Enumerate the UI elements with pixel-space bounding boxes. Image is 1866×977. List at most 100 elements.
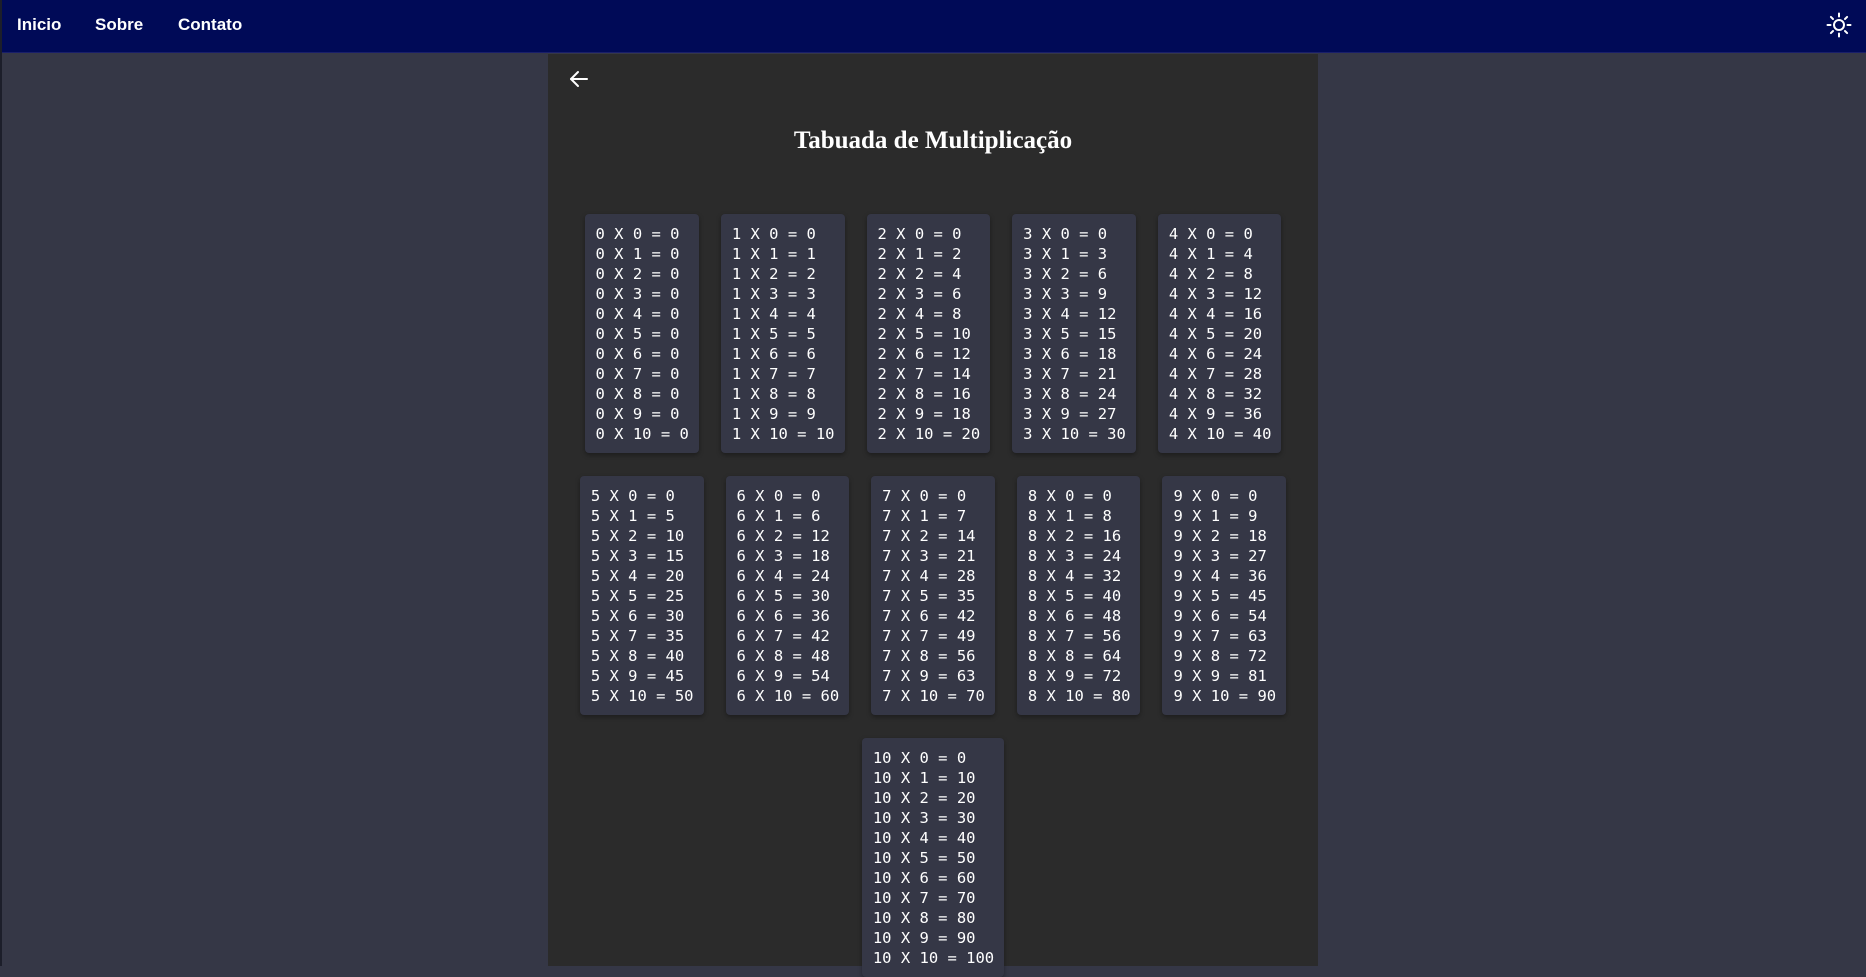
table-line: 1 X 6 = 6 xyxy=(731,345,816,363)
table-line: 9 X 2 = 18 xyxy=(1173,527,1267,545)
table-card-4: 4 X 0 = 0 4 X 1 = 4 4 X 2 = 8 4 X 3 = 12 4 X… xyxy=(1157,214,1282,453)
table-line: 3 X 7 = 21 xyxy=(1023,365,1117,383)
table-line: 0 X 7 = 0 xyxy=(595,365,680,383)
table-line: 6 X 3 = 18 xyxy=(736,547,830,565)
table-line: 7 X 0 = 0 xyxy=(882,487,967,505)
window-left-edge xyxy=(0,0,2,966)
table-line: 1 X 9 = 9 xyxy=(731,405,816,423)
table-card-6: 6 X 0 = 0 6 X 1 = 6 6 X 2 = 12 6 X 3 = 18 6 … xyxy=(725,476,850,715)
table-line: 0 X 0 = 0 xyxy=(595,225,680,243)
table-line: 0 X 1 = 0 xyxy=(595,245,680,263)
table-line: 7 X 4 = 28 xyxy=(882,567,976,585)
table-line: 3 X 3 = 9 xyxy=(1023,285,1108,303)
table-line: 2 X 9 = 18 xyxy=(877,405,971,423)
table-line: 4 X 1 = 4 xyxy=(1168,245,1253,263)
nav-link-sobre[interactable]: Sobre xyxy=(95,15,143,35)
table-line: 9 X 6 = 54 xyxy=(1173,607,1267,625)
table-line: 7 X 6 = 42 xyxy=(882,607,976,625)
top-navbar: Inicio Sobre Contato xyxy=(2,0,1866,53)
table-line: 7 X 2 = 14 xyxy=(882,527,976,545)
nav-link-contato[interactable]: Contato xyxy=(178,15,242,35)
table-line: 8 X 8 = 64 xyxy=(1027,647,1122,665)
table-line: 9 X 5 = 45 xyxy=(1173,587,1267,605)
table-line: 9 X 4 = 36 xyxy=(1173,567,1267,585)
table-line: 10 X 8 = 80 xyxy=(872,909,976,927)
table-line: 4 X 7 = 28 xyxy=(1168,365,1263,383)
table-line: 10 X 5 = 50 xyxy=(872,849,976,867)
table-line: 7 X 1 = 7 xyxy=(882,507,967,525)
table-line: 1 X 8 = 8 xyxy=(731,385,816,403)
table-line: 6 X 9 = 54 xyxy=(736,667,830,685)
table-line: 9 X 0 = 0 xyxy=(1173,487,1258,505)
table-line: 2 X 1 = 2 xyxy=(877,245,962,263)
theme-toggle-button[interactable] xyxy=(1826,12,1852,38)
table-line: 7 X 8 = 56 xyxy=(882,647,976,665)
sun-icon xyxy=(1826,12,1852,38)
table-line: 8 X 4 = 32 xyxy=(1027,567,1122,585)
table-line: 2 X 0 = 0 xyxy=(877,225,962,243)
table-line: 7 X 7 = 49 xyxy=(882,627,976,645)
nav-link-inicio[interactable]: Inicio xyxy=(17,15,61,35)
table-line: 4 X 10 = 40 xyxy=(1168,425,1272,443)
table-line: 5 X 0 = 0 xyxy=(590,487,675,505)
table-line: 8 X 2 = 16 xyxy=(1027,527,1122,545)
table-line: 8 X 5 = 40 xyxy=(1027,587,1122,605)
table-line: 10 X 1 = 10 xyxy=(872,769,976,787)
table-line: 6 X 4 = 24 xyxy=(736,567,830,585)
table-line: 4 X 6 = 24 xyxy=(1168,345,1263,363)
table-line: 0 X 4 = 0 xyxy=(595,305,680,323)
table-line: 5 X 8 = 40 xyxy=(590,647,685,665)
table-line: 10 X 6 = 60 xyxy=(872,869,976,887)
table-line: 0 X 10 = 0 xyxy=(595,425,689,443)
table-line: 9 X 10 = 90 xyxy=(1173,687,1277,705)
table-line: 5 X 3 = 15 xyxy=(590,547,685,565)
table-line: 10 X 7 = 70 xyxy=(872,889,976,907)
back-button[interactable] xyxy=(566,66,592,92)
table-line: 8 X 6 = 48 xyxy=(1027,607,1122,625)
table-line: 3 X 0 = 0 xyxy=(1023,225,1108,243)
table-line: 8 X 3 = 24 xyxy=(1027,547,1122,565)
table-line: 3 X 9 = 27 xyxy=(1023,405,1117,423)
table-line: 2 X 5 = 10 xyxy=(877,325,971,343)
main-content: Tabuada de Multiplicação 0 X 0 = 0 0 X 1 … xyxy=(548,54,1318,977)
table-line: 2 X 3 = 6 xyxy=(877,285,962,303)
table-line: 5 X 7 = 35 xyxy=(590,627,685,645)
multiplication-tables-grid: 0 X 0 = 0 0 X 1 = 0 0 X 2 = 0 0 X 3 = 0 0 X … xyxy=(548,214,1318,977)
table-line: 0 X 5 = 0 xyxy=(595,325,680,343)
table-line: 5 X 10 = 50 xyxy=(590,687,694,705)
table-line: 3 X 4 = 12 xyxy=(1023,305,1117,323)
table-line: 0 X 8 = 0 xyxy=(595,385,680,403)
table-line: 6 X 2 = 12 xyxy=(736,527,830,545)
table-line: 6 X 1 = 6 xyxy=(736,507,821,525)
table-line: 8 X 7 = 56 xyxy=(1027,627,1122,645)
table-card-3: 3 X 0 = 0 3 X 1 = 3 3 X 2 = 6 3 X 3 = 9 3 X … xyxy=(1012,214,1136,453)
table-line: 7 X 3 = 21 xyxy=(882,547,976,565)
table-line: 10 X 3 = 30 xyxy=(872,809,976,827)
table-line: 5 X 4 = 20 xyxy=(590,567,685,585)
table-line: 9 X 3 = 27 xyxy=(1173,547,1267,565)
table-line: 7 X 10 = 70 xyxy=(882,687,985,705)
table-line: 1 X 0 = 0 xyxy=(731,225,816,243)
table-line: 0 X 3 = 0 xyxy=(595,285,680,303)
table-line: 8 X 9 = 72 xyxy=(1027,667,1122,685)
table-line: 5 X 1 = 5 xyxy=(590,507,675,525)
table-line: 2 X 2 = 4 xyxy=(877,265,962,283)
table-line: 10 X 2 = 20 xyxy=(872,789,976,807)
table-card-5: 5 X 0 = 0 5 X 1 = 5 5 X 2 = 10 5 X 3 = 15 5 … xyxy=(579,476,704,715)
table-line: 7 X 9 = 63 xyxy=(882,667,976,685)
table-line: 0 X 9 = 0 xyxy=(595,405,680,423)
table-card-9: 9 X 0 = 0 9 X 1 = 9 9 X 2 = 18 9 X 3 = 27 9 … xyxy=(1162,476,1287,715)
table-line: 9 X 7 = 63 xyxy=(1173,627,1267,645)
table-card-8: 8 X 0 = 0 8 X 1 = 8 8 X 2 = 16 8 X 3 = 24 8 … xyxy=(1016,476,1141,715)
table-card-10: 10 X 0 = 0 10 X 1 = 10 10 X 2 = 20 10 X 3 =… xyxy=(861,738,1005,977)
table-line: 3 X 10 = 30 xyxy=(1023,425,1126,443)
table-line: 1 X 10 = 10 xyxy=(731,425,835,443)
table-line: 5 X 2 = 10 xyxy=(590,527,685,545)
table-line: 4 X 0 = 0 xyxy=(1168,225,1253,243)
table-line: 2 X 6 = 12 xyxy=(877,345,971,363)
table-line: 6 X 7 = 42 xyxy=(736,627,830,645)
table-line: 4 X 9 = 36 xyxy=(1168,405,1263,423)
table-line: 3 X 2 = 6 xyxy=(1023,265,1108,283)
arrow-left-icon xyxy=(570,71,588,87)
table-line: 9 X 8 = 72 xyxy=(1173,647,1267,665)
